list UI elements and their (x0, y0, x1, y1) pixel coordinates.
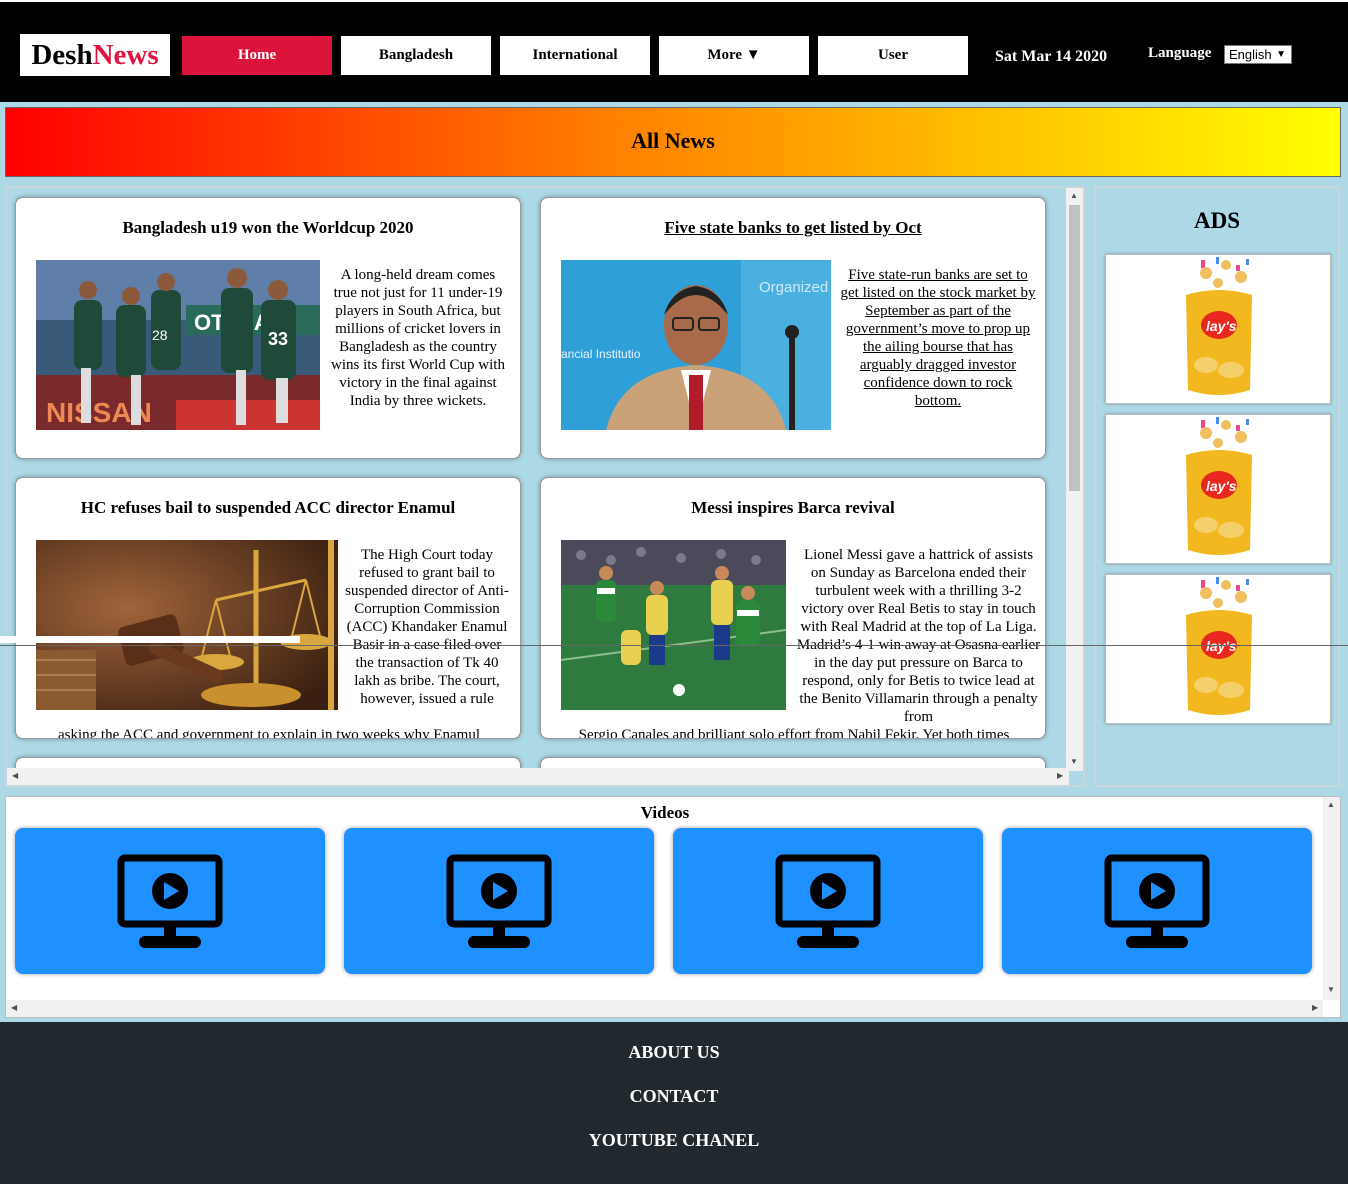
news-title[interactable]: HC refuses bail to suspended ACC directo… (16, 498, 520, 518)
news-summary-link[interactable]: Five state-run banks are set to get list… (839, 266, 1037, 410)
scroll-thumb[interactable] (1069, 205, 1080, 491)
site-logo[interactable]: DeshNews (20, 34, 170, 76)
dropdown-arrow-icon: ▼ (1276, 49, 1286, 60)
news-summary-overflow: Sergio Canales and brilliant solo effort… (578, 727, 1010, 739)
top-header: DeshNews Home Bangladesh International M… (0, 0, 1348, 102)
monitor-play-icon (1104, 854, 1210, 948)
logo-text-desh: Desh (31, 39, 93, 71)
news-summary: Lionel Messi gave a hattrick of assists … (796, 547, 1041, 725)
logo-text-news: News (92, 39, 159, 71)
scroll-up-arrow-icon[interactable]: ▲ (1327, 800, 1335, 809)
scroll-right-arrow-icon[interactable]: ▶ (1057, 771, 1063, 780)
footer-about-us-link[interactable]: ABOUT US (0, 1042, 1348, 1063)
news-summary-overflow: asking the ACC and government to explain… (57, 727, 480, 739)
svg-text:Organized: Organized (759, 279, 828, 296)
nav-bangladesh[interactable]: Bangladesh (341, 36, 491, 75)
video-card[interactable] (344, 828, 654, 974)
lays-chips-bag-icon: lay's (1186, 577, 1252, 715)
news-image-gavel (36, 540, 338, 710)
news-summary: A long-held dream comes true not just fo… (331, 267, 505, 409)
nav-international[interactable]: International (500, 36, 650, 75)
ad-brand-text: lay's (1206, 318, 1237, 334)
all-news-banner: All News (5, 107, 1341, 177)
footer-youtube-link[interactable]: YOUTUBE CHANEL (0, 1130, 1348, 1151)
lays-chips-bag-icon: lay's (1186, 257, 1252, 395)
nav-home[interactable]: Home (182, 36, 332, 75)
monitor-play-icon (117, 854, 223, 948)
banner-title: All News (631, 128, 715, 153)
footer-contact-link[interactable]: CONTACT (0, 1086, 1348, 1107)
news-title[interactable]: Bangladesh u19 won the Worldcup 2020 (16, 218, 520, 238)
nav-more-dropdown[interactable]: More ▼ (659, 36, 809, 75)
language-select[interactable]: English ▼ (1224, 45, 1292, 64)
nav-user[interactable]: User (818, 36, 968, 75)
video-card[interactable] (1002, 828, 1312, 974)
svg-text:33: 33 (268, 329, 288, 349)
render-artifact (0, 636, 300, 643)
videos-title: Videos (640, 803, 690, 822)
ad-lays-chips[interactable]: lay's (1105, 574, 1331, 724)
news-summary: The High Court today refused to grant ba… (345, 547, 509, 707)
ad-lays-chips[interactable]: lay's (1105, 414, 1331, 564)
news-title[interactable]: Messi inspires Barca revival (541, 498, 1045, 518)
news-image-football (561, 540, 786, 710)
scroll-right-arrow-icon[interactable]: ▶ (1312, 1003, 1318, 1012)
video-card[interactable] (673, 828, 983, 974)
current-date: Sat Mar 14 2020 (995, 48, 1108, 65)
scroll-left-arrow-icon[interactable]: ◀ (12, 771, 18, 780)
language-selected-value: English (1229, 47, 1272, 62)
scroll-down-arrow-icon[interactable]: ▼ (1327, 985, 1335, 994)
monitor-play-icon (775, 854, 881, 948)
svg-text:ancial Institutio: ancial Institutio (561, 347, 641, 361)
news-card[interactable]: Messi inspires Barca revival Lionel Mess… (540, 477, 1046, 739)
videos-panel[interactable]: Videos ▲ ▼ ◀ ▶ (5, 796, 1341, 1018)
scroll-down-arrow-icon[interactable]: ▼ (1070, 757, 1078, 766)
videos-horizontal-scrollbar[interactable]: ◀ ▶ (6, 1000, 1323, 1017)
monitor-play-icon (446, 854, 552, 948)
scroll-up-arrow-icon[interactable]: ▲ (1070, 191, 1078, 200)
svg-text:28: 28 (152, 327, 168, 343)
news-horizontal-scrollbar[interactable]: ◀ ▶ (7, 768, 1069, 785)
videos-vertical-scrollbar[interactable]: ▲ ▼ (1323, 797, 1340, 1000)
scroll-left-arrow-icon[interactable]: ◀ (11, 1003, 17, 1012)
lays-chips-bag-icon: lay's (1186, 417, 1252, 555)
ad-brand-text: lay's (1206, 638, 1237, 654)
video-card[interactable] (15, 828, 325, 974)
news-card[interactable]: Five state banks to get listed by Oct Or… (540, 197, 1046, 459)
news-image-cricket: NISSAN OTSEAT 33 28 (36, 260, 320, 430)
ad-brand-text: lay's (1206, 478, 1237, 494)
ads-title: ADS (1193, 208, 1240, 233)
render-artifact-line (0, 645, 1348, 646)
ads-panel: ADS lay's lay's lay's (1094, 186, 1340, 787)
news-card[interactable]: Bangladesh u19 won the Worldcup 2020 NIS… (15, 197, 521, 459)
news-vertical-scrollbar[interactable]: ▲ ▼ (1066, 188, 1083, 771)
news-title-link[interactable]: Five state banks to get listed by Oct (541, 218, 1045, 238)
news-image-portrait: Organized ancial Institutio (561, 260, 831, 430)
site-footer: ABOUT US CONTACT YOUTUBE CHANEL (0, 1022, 1348, 1184)
news-card[interactable]: HC refuses bail to suspended ACC directo… (15, 477, 521, 739)
language-label: Language (1148, 45, 1212, 61)
news-panel[interactable]: Bangladesh u19 won the Worldcup 2020 NIS… (5, 186, 1085, 787)
ad-lays-chips[interactable]: lay's (1105, 254, 1331, 404)
